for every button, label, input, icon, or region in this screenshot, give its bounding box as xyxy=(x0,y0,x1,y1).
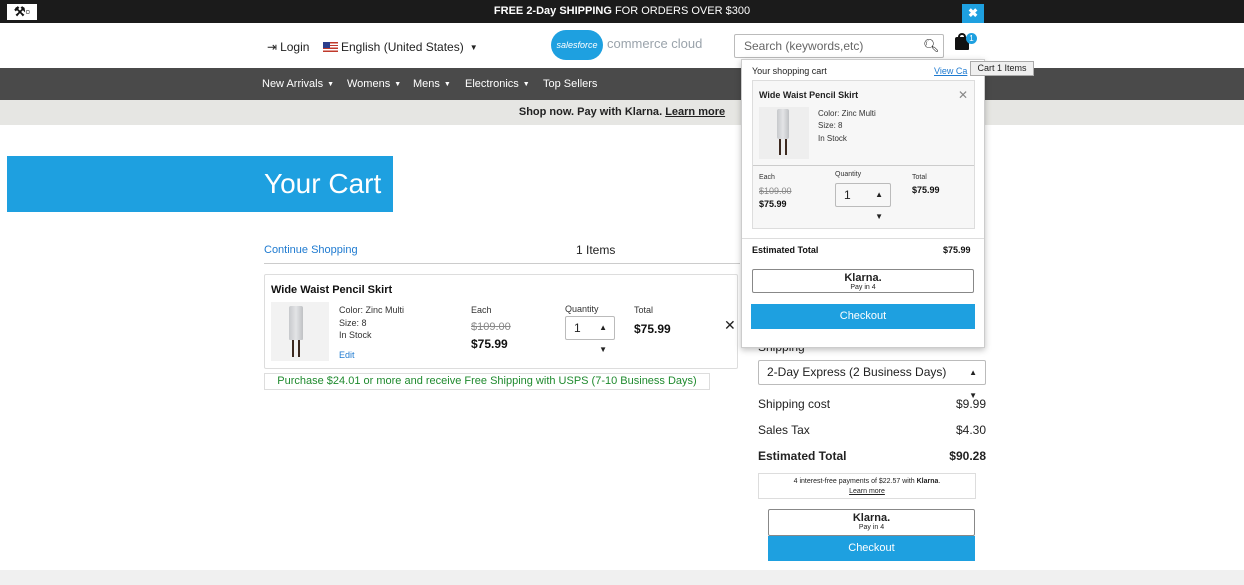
mini-klarna-pay-button[interactable]: Klarna. Pay in 4 xyxy=(752,269,974,293)
mini-product-size: Size: 8 xyxy=(818,121,843,130)
logo-text: commerce cloud xyxy=(607,36,703,51)
search-icon[interactable]: 🔍︎ xyxy=(923,38,940,54)
view-cart-link[interactable]: View Ca xyxy=(934,66,967,76)
search-input[interactable]: Search (keywords,etc) xyxy=(734,34,944,58)
product-stock: In Stock xyxy=(339,330,372,340)
free-shipping-note: Purchase $24.01 or more and receive Free… xyxy=(264,373,710,390)
klarna-logo: Klarna. xyxy=(844,272,882,284)
cart-tooltip: Cart 1 Items xyxy=(970,61,1034,76)
mini-total-label: Total xyxy=(912,174,927,181)
item-count: 1 Items xyxy=(576,243,616,257)
mini-sale-price: $75.99 xyxy=(759,199,787,209)
nav-item-new-arrivals[interactable]: New Arrivals ▼ xyxy=(262,78,334,90)
mini-line-total: $75.99 xyxy=(912,185,940,195)
main-nav: New Arrivals ▼ Womens ▼ Mens ▼ Electronics ▼… xyxy=(0,68,1244,100)
promo-bar: FREE 2-Day SHIPPING FOR ORDERS OVER $300 xyxy=(0,0,1244,23)
remove-item-icon[interactable]: ✕ xyxy=(724,317,736,334)
klarna-logo: Klarna. xyxy=(852,512,891,524)
klarna-learn-more-link[interactable]: Learn more xyxy=(665,106,725,118)
sales-tax-value: $4.30 xyxy=(955,423,986,437)
language-selector[interactable]: English (United States) ▼ xyxy=(323,40,478,54)
mini-legs-detail xyxy=(779,139,787,155)
language-label: English (United States) xyxy=(341,40,464,54)
chevron-down-icon: ▼ xyxy=(469,43,478,52)
promo-bold: FREE 2-Day SHIPPING xyxy=(493,5,612,17)
mini-each-label: Each xyxy=(759,174,775,181)
sale-price: $75.99 xyxy=(471,337,508,351)
product-name[interactable]: Wide Waist Pencil Skirt xyxy=(271,284,392,296)
estimated-total-label: Estimated Total xyxy=(758,449,847,463)
klarna-pay-label: Pay in 4 xyxy=(858,524,885,531)
mini-estimated-total-label: Estimated Total xyxy=(752,245,819,255)
mini-product-name[interactable]: Wide Waist Pencil Skirt xyxy=(759,90,858,100)
mini-quantity-label: Quantity xyxy=(835,171,862,178)
shipping-method-select[interactable]: 2-Day Express (2 Business Days) ▲ ▼ xyxy=(758,360,986,400)
klarna-installment-message: 4 interest-free payments of $22.57 with … xyxy=(758,473,976,499)
quantity-select[interactable]: 1 ▲ ▼ xyxy=(565,316,615,354)
divider xyxy=(264,263,740,264)
klarna-pay-label: Pay in 4 xyxy=(850,284,876,291)
updown-icon: ▲ ▼ xyxy=(599,323,607,354)
close-icon[interactable]: ✖ xyxy=(962,4,984,23)
login-icon: ⇥ xyxy=(267,40,278,54)
nav-item-top-sellers[interactable]: Top Sellers xyxy=(543,78,597,90)
shipping-cost-label: Shipping cost xyxy=(758,397,831,411)
mini-estimated-total-value: $75.99 xyxy=(943,245,971,255)
line-total: $75.99 xyxy=(634,322,671,336)
list-price: $109.00 xyxy=(471,321,511,333)
klarna-learn-more-link[interactable]: Learn more xyxy=(849,488,885,495)
page-title: Your Cart xyxy=(7,156,393,212)
klarna-brand: Klarna xyxy=(624,106,660,118)
footer-strip xyxy=(0,570,1244,585)
sales-tax-label: Sales Tax xyxy=(758,423,810,437)
legs-image-detail xyxy=(292,340,300,357)
quantity-label: Quantity xyxy=(565,304,599,314)
mini-product-stock: In Stock xyxy=(818,134,847,143)
divider xyxy=(742,238,984,239)
product-color: Color: Zinc Multi xyxy=(339,305,405,315)
flag-icon xyxy=(323,42,338,52)
salesforce-logo[interactable]: salesforce xyxy=(551,30,603,60)
shipping-cost-value: $9.99 xyxy=(955,397,986,411)
mini-product-color: Color: Zinc Multi xyxy=(818,109,876,118)
mini-skirt-detail xyxy=(777,109,789,139)
edit-link[interactable]: Edit xyxy=(339,350,355,360)
estimated-total-value: $90.28 xyxy=(949,449,986,463)
skirt-image-detail xyxy=(289,306,303,340)
login-link[interactable]: ⇥ Login xyxy=(267,40,309,54)
chevron-down-icon: ▼ xyxy=(327,81,335,88)
checkout-button[interactable]: Checkout xyxy=(768,536,975,561)
product-size: Size: 8 xyxy=(339,318,367,328)
cart-count-badge: 1 xyxy=(966,33,977,44)
chevron-down-icon: ▼ xyxy=(394,81,402,88)
divider xyxy=(753,165,974,166)
updown-icon: ▲ ▼ xyxy=(875,190,883,221)
mini-list-price: $109.00 xyxy=(759,186,792,196)
chevron-down-icon: ▼ xyxy=(522,81,530,88)
nav-item-mens[interactable]: Mens ▼ xyxy=(413,78,451,90)
klarna-pay-button[interactable]: Klarna. Pay in 4 xyxy=(768,509,975,536)
tools-icon[interactable]: ⚒▫ xyxy=(7,4,37,20)
nav-item-womens[interactable]: Womens ▼ xyxy=(347,78,401,90)
total-label: Total xyxy=(634,305,654,315)
login-label: Login xyxy=(280,40,310,54)
each-label: Each xyxy=(471,305,492,315)
nav-item-electronics[interactable]: Electronics ▼ xyxy=(465,78,530,90)
promo-rest: FOR ORDERS OVER $300 xyxy=(611,5,751,17)
mini-cart-header: Your shopping cart xyxy=(752,66,827,76)
mini-checkout-button[interactable]: Checkout xyxy=(751,304,975,329)
chevron-down-icon: ▼ xyxy=(443,81,451,88)
mini-remove-icon[interactable]: ✕ xyxy=(958,88,968,102)
klarna-banner: Shop now. Pay with Klarna. Learn more xyxy=(0,100,1244,125)
continue-shopping-link[interactable]: Continue Shopping xyxy=(264,244,358,256)
mini-quantity-select[interactable]: 1 ▲ ▼ xyxy=(835,183,891,221)
